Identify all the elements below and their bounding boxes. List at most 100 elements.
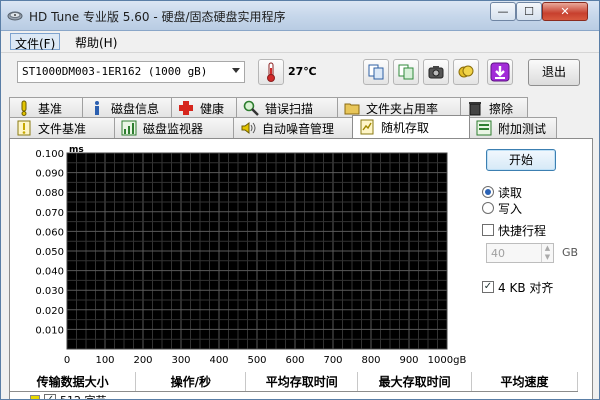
drive-select[interactable]: ST1000DM003-1ER162 (1000 gB): [17, 61, 245, 83]
x-tick-label: 0: [64, 355, 70, 366]
exit-button[interactable]: 退出: [528, 59, 580, 86]
write-option[interactable]: 写入: [482, 200, 522, 216]
random-access-chart: ms 0.100 0.090 0.080 0.070 0.060 0.050 0.040 0.0…: [35, 147, 467, 366]
random-access-panel: ms 0.100 0.090 0.080 0.070 0.060 0.050 0.040 0.0…: [9, 138, 593, 400]
control-panel: 开始 读取 写入 快捷行程 40 ▲ ▼ GB ✓ 4 KB 对齐: [482, 139, 592, 379]
quick-stroke-unit: GB: [562, 246, 579, 259]
tab-label: 磁盘监视器: [143, 121, 204, 136]
tab-label: 附加测试: [498, 121, 547, 136]
speaker-icon: [241, 122, 256, 134]
copy-icon: [368, 64, 384, 80]
tab-label: 文件基准: [38, 121, 87, 136]
download-arrow-icon: [490, 62, 510, 82]
quick-stroke-checkbox[interactable]: [482, 224, 494, 236]
read-label: 读取: [498, 185, 523, 200]
title-bar: HD Tune 专业版 5.60 - 硬盘/固态硬盘实用程序 — ☐ ✕: [1, 1, 599, 31]
row-checkbox[interactable]: ✓: [44, 393, 56, 399]
row-label-512: ✓ 512 字节: [10, 392, 578, 400]
column-header-block-size[interactable]: 传输数据大小: [10, 372, 137, 392]
tab-label: 文件夹占用率: [366, 101, 439, 116]
x-tick-label: 600: [285, 355, 304, 366]
maximize-button[interactable]: ☐: [516, 2, 542, 21]
y-tick-label: 0.070: [35, 208, 64, 219]
y-tick-label: 0.040: [35, 267, 64, 278]
tab-bottom-0[interactable]: 文件基准: [9, 117, 115, 138]
options-button[interactable]: [453, 59, 479, 85]
menu-file[interactable]: 文件(F): [10, 33, 61, 51]
tab-label: 健康: [200, 101, 225, 116]
tab-top-1[interactable]: 磁盘信息: [82, 97, 172, 118]
series-color-swatch: [30, 394, 40, 399]
tab-bottom-1[interactable]: 磁盘监视器: [114, 117, 234, 138]
results-table: 传输数据大小 操作/秒 平均存取时间 最大存取时间 平均速度 ✓ 512 字节: [10, 372, 578, 400]
y-tick-label: 0.080: [35, 188, 64, 199]
row-block-size: 512 字节: [60, 393, 107, 400]
y-axis-unit: ms: [69, 147, 84, 155]
copy-screenshot-button[interactable]: [393, 59, 419, 85]
close-button[interactable]: ✕: [542, 2, 588, 21]
tab-bottom-2[interactable]: 自动噪音管理: [233, 117, 353, 138]
align-4kb-option[interactable]: ✓ 4 KB 对齐: [482, 279, 553, 295]
save-screenshot-button[interactable]: [423, 59, 449, 85]
column-header-max-access[interactable]: 最大存取时间: [357, 372, 473, 392]
thermometer-icon: [258, 59, 284, 85]
x-tick-label: 800: [361, 355, 380, 366]
x-tick-label: 900: [399, 355, 418, 366]
write-radio[interactable]: [482, 202, 494, 214]
tab-label: 随机存取: [381, 120, 430, 135]
column-header-avg-speed[interactable]: 平均速度: [471, 372, 578, 392]
menu-help[interactable]: 帮助(H): [71, 33, 121, 50]
copy-text-button[interactable]: [363, 59, 389, 85]
menu-bar: 文件(F) 帮助(H): [1, 31, 599, 51]
quick-stroke-size-value: 40: [491, 247, 505, 260]
tab-label: 错误扫描: [265, 101, 314, 116]
info-icon: [95, 101, 99, 115]
options-coins-icon: [458, 65, 474, 78]
x-tick-label: 400: [209, 355, 228, 366]
align-4kb-label: 4 KB 对齐: [498, 280, 554, 295]
tab-top-2[interactable]: 健康: [171, 97, 237, 118]
column-header-avg-access[interactable]: 平均存取时间: [245, 372, 359, 392]
tab-row-bottom: 文件基准 磁盘监视器 自动噪音管理 随机存取 附加测试: [9, 115, 593, 138]
extra-tests-icon: [476, 120, 492, 136]
health-cross-icon: [179, 101, 193, 115]
table-row[interactable]: ✓ 512 字节: [10, 391, 578, 400]
read-option[interactable]: 读取: [482, 184, 522, 200]
quick-stroke-option[interactable]: 快捷行程: [482, 222, 546, 238]
temperature-readout: 27℃: [288, 65, 317, 78]
window-title: HD Tune 专业版 5.60 - 硬盘/固态硬盘实用程序: [29, 10, 286, 24]
y-tick-label: 0.030: [35, 286, 64, 297]
y-tick-label: 0.060: [35, 227, 64, 238]
x-tick-label: 500: [247, 355, 266, 366]
y-tick-label: 0.050: [35, 247, 64, 258]
y-tick-label: 0.020: [35, 306, 64, 317]
app-window: HD Tune 专业版 5.60 - 硬盘/固态硬盘实用程序 — ☐ ✕ 文件(…: [0, 0, 600, 400]
minimize-button[interactable]: —: [490, 2, 516, 21]
toolbar: ST1000DM003-1ER162 (1000 gB) 27℃ 退出: [1, 52, 599, 92]
align-4kb-checkbox[interactable]: ✓: [482, 281, 494, 293]
x-tick-label: 300: [171, 355, 190, 366]
column-header-ops[interactable]: 操作/秒: [135, 372, 247, 392]
chevron-down-icon: [232, 68, 240, 73]
tab-top-5[interactable]: 擦除: [460, 97, 528, 118]
tab-top-0[interactable]: 基准: [9, 97, 83, 118]
monitor-chart-icon: [121, 120, 137, 136]
tab-bottom-4[interactable]: 附加测试: [469, 117, 557, 138]
random-access-icon: [360, 119, 374, 135]
exclamation-icon: [21, 100, 27, 116]
x-tick-label: 100: [95, 355, 114, 366]
quick-stroke-size-input: 40 ▲ ▼: [486, 243, 554, 263]
x-tick-label: 200: [133, 355, 152, 366]
tab-top-3[interactable]: 错误扫描: [236, 97, 338, 118]
tab-bottom-3[interactable]: 随机存取: [352, 115, 470, 138]
spin-arrows-icon: ▲ ▼: [541, 244, 553, 262]
y-tick-label: 0.100: [35, 149, 64, 160]
read-radio[interactable]: [482, 186, 494, 198]
hdtune-app-icon: [7, 11, 23, 21]
x-tick-label: 700: [323, 355, 342, 366]
tab-label: 擦除: [489, 101, 514, 116]
x-tick-label: 1000gB: [428, 355, 467, 366]
folder-icon: [344, 103, 360, 115]
start-button[interactable]: 开始: [486, 149, 556, 171]
save-results-button[interactable]: [487, 59, 513, 85]
